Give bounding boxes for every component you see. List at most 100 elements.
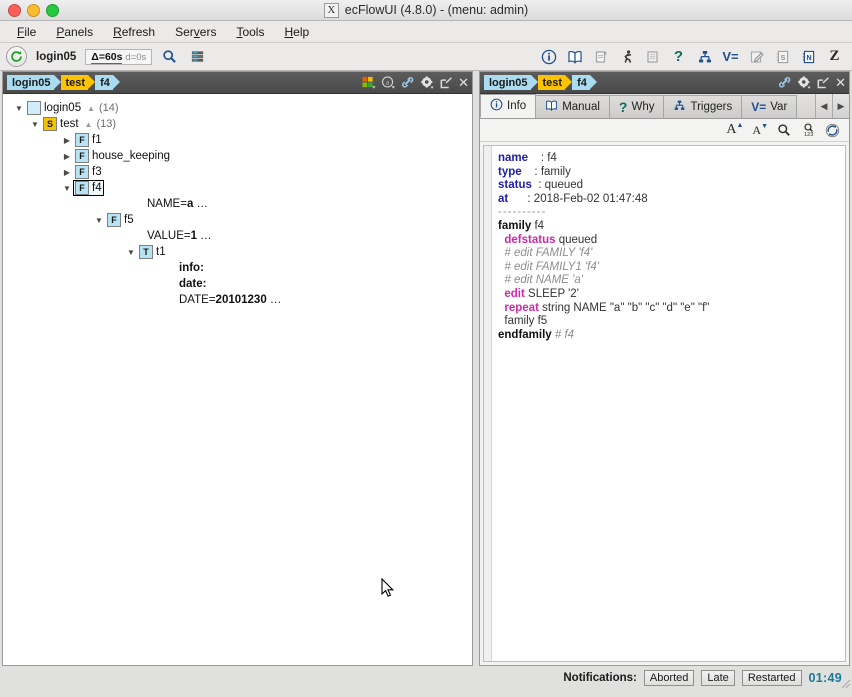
notification-aborted-button[interactable]: Aborted (643, 670, 695, 686)
tree-row-t1[interactable]: T t1 (3, 244, 472, 260)
tab-variables[interactable]: V= Var (741, 95, 798, 118)
notification-restarted-button[interactable]: Restarted (741, 670, 802, 686)
node-t1[interactable]: T t1 (137, 244, 168, 260)
info-icon[interactable] (537, 45, 560, 68)
tab-scroll-controls[interactable]: ◀ ▶ (815, 94, 849, 118)
node-f1[interactable]: F f1 (73, 132, 104, 148)
menu-help[interactable]: Help (275, 23, 318, 41)
menu-file[interactable]: File (8, 23, 45, 41)
tree-row-attr-date[interactable]: date: (3, 276, 472, 292)
triggers-icon[interactable] (693, 45, 716, 68)
maximize-window-button[interactable] (46, 3, 59, 17)
zombie-z-icon[interactable]: Z (823, 45, 846, 68)
output-printer-icon[interactable] (641, 45, 664, 68)
tree-view[interactable]: login05 ▲ (14) S test ▲ (13) (3, 94, 472, 665)
tab-why[interactable]: ? Why (608, 95, 665, 118)
gear-icon[interactable] (420, 75, 435, 90)
link-icon[interactable] (778, 76, 792, 89)
node-f4[interactable]: F f4 (73, 180, 104, 196)
tree-row-f5[interactable]: F f5 (3, 212, 472, 228)
breadcrumb-item-login05[interactable]: login05 (7, 75, 60, 90)
close-icon[interactable]: ✕ (835, 76, 846, 89)
expand-arrow-test[interactable] (29, 120, 41, 129)
tree-row-attr-name[interactable]: NAME= a … (3, 196, 472, 212)
close-window-button[interactable] (8, 3, 21, 17)
info-tabbar[interactable]: Info Manual ? Why Triggers V= Var ◀ ▶ (480, 94, 849, 119)
breadcrumb[interactable]: login05 test f4 (7, 75, 120, 90)
tree-row-f4[interactable]: F f4 (3, 180, 472, 196)
tree-row-f3[interactable]: F f3 (3, 164, 472, 180)
expand-arrow-f3[interactable] (61, 168, 73, 177)
edit-pencil-icon[interactable] (745, 45, 768, 68)
info-text-area[interactable]: name : f4 type : family status : queued … (483, 145, 846, 662)
menu-refresh[interactable]: Refresh (104, 23, 164, 41)
expand-arrow-login05[interactable] (13, 104, 25, 113)
breadcrumb-item-login05[interactable]: login05 (484, 75, 537, 90)
node-test[interactable]: S test (41, 116, 81, 132)
refresh-delta-indicator[interactable]: Δ=60s d=0s (85, 48, 153, 65)
expand-arrow-f4[interactable] (61, 184, 73, 193)
expand-arrow-t1[interactable] (125, 248, 137, 257)
menu-servers[interactable]: Servers (166, 23, 225, 41)
minimize-window-button[interactable] (27, 3, 40, 17)
link-icon[interactable] (401, 76, 415, 89)
tree-label-f5: f5 (124, 214, 134, 226)
node-house-keeping[interactable]: F house_keeping (73, 148, 172, 164)
family-badge-icon: F (75, 165, 89, 179)
status-filter-icon[interactable] (361, 76, 376, 89)
resize-grip[interactable] (838, 676, 851, 689)
font-decrease-icon[interactable]: A ▼ (752, 123, 768, 138)
tree-row-house_keeping[interactable]: F house_keeping (3, 148, 472, 164)
breadcrumb-item-test[interactable]: test (537, 75, 572, 90)
tree-row-attr-info[interactable]: info: (3, 260, 472, 276)
refresh-delta-value: Δ=60s (91, 50, 123, 64)
tab-scroll-left-button[interactable]: ◀ (815, 94, 832, 118)
script-icon[interactable] (589, 45, 612, 68)
node-n-icon[interactable]: N (797, 45, 820, 68)
job-runner-icon[interactable] (615, 45, 638, 68)
tree-row-attr-value[interactable]: VALUE= 1 … (3, 228, 472, 244)
variables-icon: V= (751, 100, 767, 114)
node-f5[interactable]: F f5 (105, 212, 136, 228)
menubar[interactable]: File Panels Refresh Servers Tools Help (0, 21, 852, 43)
close-icon[interactable]: ✕ (458, 76, 469, 89)
suite-s-icon[interactable]: S (771, 45, 794, 68)
breadcrumb-item-f4[interactable]: f4 (95, 75, 120, 90)
notification-late-button[interactable]: Late (701, 670, 735, 686)
detach-icon[interactable] (817, 76, 830, 89)
attribute-ellipsis: … (196, 230, 212, 242)
line-number-icon[interactable]: 123 (800, 123, 816, 137)
variables-icon[interactable]: V= (719, 45, 742, 68)
tree-row-f1[interactable]: F f1 (3, 132, 472, 148)
breadcrumb-item-test[interactable]: test (60, 75, 95, 90)
refresh-icon[interactable] (6, 46, 27, 67)
tree-row-attr-date-value[interactable]: DATE= 20101230 … (3, 292, 472, 308)
attribute-filter-icon[interactable]: a (381, 76, 396, 89)
tab-triggers[interactable]: Triggers (663, 95, 743, 118)
expand-arrow-f1[interactable] (61, 136, 73, 145)
menu-panels[interactable]: Panels (47, 23, 102, 41)
tree-row-login05[interactable]: login05 ▲ (14) (3, 100, 472, 116)
server-stack-icon[interactable] (187, 46, 208, 67)
tree-row-test[interactable]: S test ▲ (13) (3, 116, 472, 132)
detach-icon[interactable] (440, 76, 453, 89)
expand-arrow-f5[interactable] (93, 216, 105, 225)
expand-arrow-house-keeping[interactable] (61, 152, 73, 161)
why-question-icon[interactable]: ? (667, 45, 690, 68)
font-increase-icon[interactable]: A ▲ (726, 122, 743, 138)
node-login05[interactable]: login05 (25, 100, 83, 116)
search-icon[interactable] (159, 46, 180, 67)
tab-manual[interactable]: Manual (535, 95, 610, 118)
gear-icon[interactable] (797, 75, 812, 90)
breadcrumb[interactable]: login05 test f4 (484, 75, 597, 90)
tab-label-info: Info (507, 100, 527, 112)
manual-book-icon[interactable] (563, 45, 586, 68)
tab-scroll-right-button[interactable]: ▶ (832, 94, 849, 118)
menu-tools[interactable]: Tools (227, 23, 273, 41)
search-icon[interactable] (777, 123, 791, 137)
node-f3[interactable]: F f3 (73, 164, 104, 180)
window-controls[interactable] (0, 3, 59, 17)
tab-info[interactable]: Info (480, 94, 537, 118)
breadcrumb-item-f4[interactable]: f4 (572, 75, 597, 90)
reload-icon[interactable] (825, 123, 840, 138)
